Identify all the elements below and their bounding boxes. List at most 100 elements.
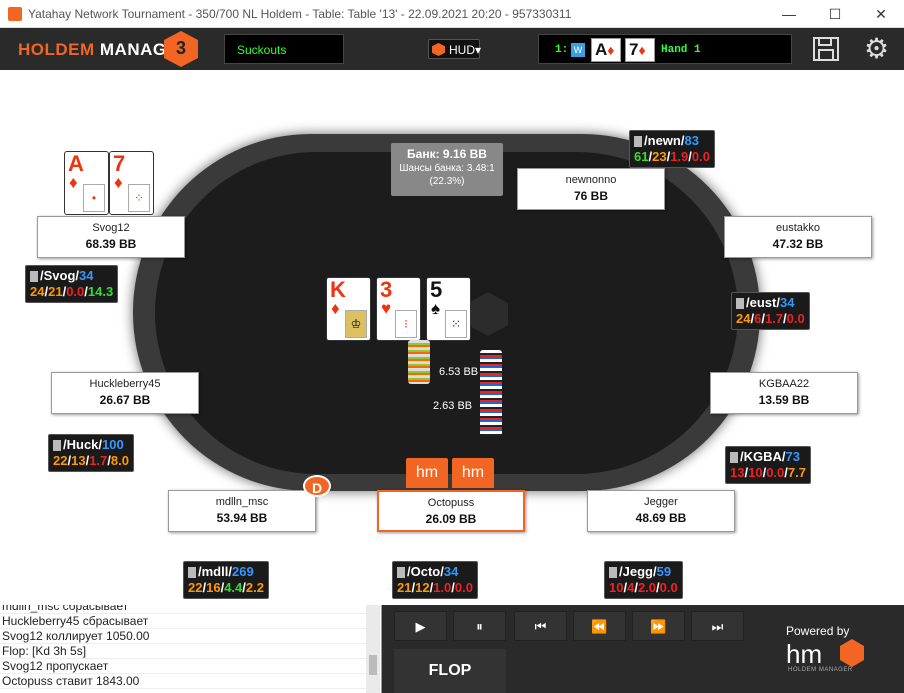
chip-stack-1 (408, 340, 430, 384)
pot-total: Банк: 9.16 BB (407, 147, 487, 161)
hand-card-2-suit: ♦ (638, 42, 646, 58)
seat-name: Svog12 (92, 222, 130, 234)
gear-icon[interactable]: ⚙ (864, 35, 892, 63)
scroll-thumb[interactable] (369, 655, 377, 675)
hud-af: 1.0 (433, 580, 452, 595)
last-icon[interactable]: ⏭ (691, 611, 744, 641)
logo-number: 3 (175, 38, 186, 58)
hud-af: 1.7 (764, 311, 784, 326)
hud-note-icon (730, 452, 738, 464)
hm-button-1[interactable]: hm (406, 458, 448, 488)
seat-kgbaa22[interactable]: KGBAA22 13.59 BB (710, 372, 858, 414)
log-line: Octopuss ставит 1843.00 (0, 674, 381, 689)
hud-pfr: 10 (748, 465, 763, 480)
board-card-1: K ♦ ♔ (326, 277, 371, 341)
hud-note-icon (397, 567, 405, 579)
suckouts-panel[interactable]: Suckouts (224, 34, 344, 64)
hud-af: 1.7 (89, 453, 108, 468)
log-scrollbar[interactable] (366, 605, 380, 693)
seat-jegger[interactable]: Jegger 48.69 BB (587, 490, 735, 532)
app-icon (8, 7, 22, 21)
hud-octo[interactable]: /Octo/34 21/12/1.0/0.0 (392, 561, 478, 599)
hud-vpip: 10 (609, 580, 624, 595)
hud-3bet: 2.2 (245, 580, 264, 595)
hud-vpip: 21 (397, 580, 412, 595)
seat-newnonno[interactable]: newnonno 76 BB (517, 168, 665, 210)
hud-huck[interactable]: /Huck/100 22/13/1.7/8.0 (48, 434, 134, 472)
hud-pfr: 12 (415, 580, 430, 595)
pause-icon[interactable]: ⏸ (453, 611, 506, 641)
hud-hands: 269 (231, 564, 254, 579)
log-line: mdlln_msc сбрасывает (0, 605, 381, 614)
hud-af: 0.0 (766, 465, 785, 480)
hm-button-2[interactable]: hm (452, 458, 494, 488)
hud-hands: 73 (785, 449, 800, 464)
hud-hex-icon (432, 43, 445, 56)
bet-amount-2: 2.63 BB (433, 400, 473, 412)
hud-mdll[interactable]: /mdll/269 22/16/4.4/2.2 (183, 561, 269, 599)
powered-by-label: Powered by (786, 624, 850, 638)
seat-eustakko[interactable]: eustakko 47.32 BB (724, 216, 872, 258)
hud-hands: 100 (102, 437, 124, 452)
seat-name: Jegger (644, 496, 678, 508)
hero-card-2: 7 ♦ ⁘ (109, 151, 154, 215)
log-line: Svog12 пропускает (0, 659, 381, 674)
hud-pfr: 16 (206, 580, 221, 595)
hud-pfr: 23 (652, 149, 667, 164)
card-face-center: ⁙ (445, 310, 467, 338)
hand-label: Hand 1 (661, 44, 701, 56)
first-icon[interactable]: ⏮ (514, 611, 567, 641)
seat-stack: 13.59 BB (758, 393, 810, 407)
rewind-icon[interactable]: ⏪ (573, 611, 626, 641)
hud-name: mdll (201, 564, 229, 579)
suckouts-label: Suckouts (237, 43, 287, 57)
hud-name: eust (749, 295, 777, 310)
hud-af: 0.0 (66, 284, 85, 299)
save-icon[interactable] (812, 36, 840, 62)
action-log[interactable]: mdlln_msc сбрасывает Huckleberry45 сбрас… (0, 605, 382, 693)
seat-svog12[interactable]: Svog12 68.39 BB (37, 216, 185, 258)
log-line: Huckleberry45 сбрасывает (0, 614, 381, 629)
close-button[interactable]: ✕ (858, 0, 904, 28)
forward-icon[interactable]: ⏩ (632, 611, 685, 641)
hero-card-1-suit: ♦ (69, 173, 78, 192)
hm-hex-icon (840, 639, 864, 667)
hm-sub-label: HOLDEM MANAGER (788, 667, 853, 673)
maximize-button[interactable]: ☐ (812, 0, 858, 28)
seat-huckleberry45[interactable]: Huckleberry45 26.67 BB (51, 372, 199, 414)
hud-note-icon (30, 271, 38, 283)
minimize-button[interactable]: — (766, 0, 812, 28)
title-bar: Yatahay Network Tournament - 350/700 NL … (0, 0, 904, 28)
hand-card-1-suit: ♦ (607, 42, 615, 58)
hud-newn[interactable]: /newn/83 61/23/1.9/0.0 (629, 130, 715, 168)
board-card-3: 5 ♠ ⁙ (426, 277, 471, 341)
hand-selector[interactable]: 1: W A♦ 7♦ Hand 1 (538, 34, 792, 64)
hud-3bet: 14.3 (87, 284, 114, 299)
board-card-2-suit: ♥ (381, 299, 392, 318)
hud-name: Jegg (622, 564, 653, 579)
window-title: Yatahay Network Tournament - 350/700 NL … (28, 7, 572, 21)
play-icon[interactable]: ▶ (394, 611, 447, 641)
hud-button[interactable]: HUD▾ (428, 39, 481, 59)
hud-3bet: 0.0 (691, 149, 710, 164)
hud-vpip: 24 (736, 311, 751, 326)
hud-jegg[interactable]: /Jegg/59 10/4/2.0/0.0 (604, 561, 683, 599)
street-flop-button[interactable]: FLOP (394, 649, 506, 693)
hand-index: 1: (555, 44, 569, 56)
hud-3bet: 0.0 (659, 580, 678, 595)
hud-eust[interactable]: /eust/34 24/6/1.7/0.0 (731, 292, 810, 330)
hud-svog[interactable]: /Svog/34 24/21/0.0/14.3 (25, 265, 119, 303)
seat-stack: 68.39 BB (85, 237, 137, 251)
seat-mdlln-msc[interactable]: mdlln_msc 53.94 BB (168, 490, 316, 532)
hud-3bet: 0.0 (786, 311, 805, 326)
seat-octopuss[interactable]: Octopuss 26.09 BB (377, 490, 525, 532)
seat-name: Huckleberry45 (89, 378, 161, 390)
seat-name: mdlln_msc (215, 496, 269, 508)
hud-kgba[interactable]: /KGBA/73 13/10/0.0/7.7 (725, 446, 811, 484)
hud-vpip: 24 (30, 284, 45, 299)
seat-name: Octopuss (427, 497, 475, 509)
hud-vpip: 22 (53, 453, 68, 468)
hud-3bet: 8.0 (110, 453, 129, 468)
seat-stack: 76 BB (573, 189, 608, 203)
hud-name: Svog (43, 268, 76, 283)
